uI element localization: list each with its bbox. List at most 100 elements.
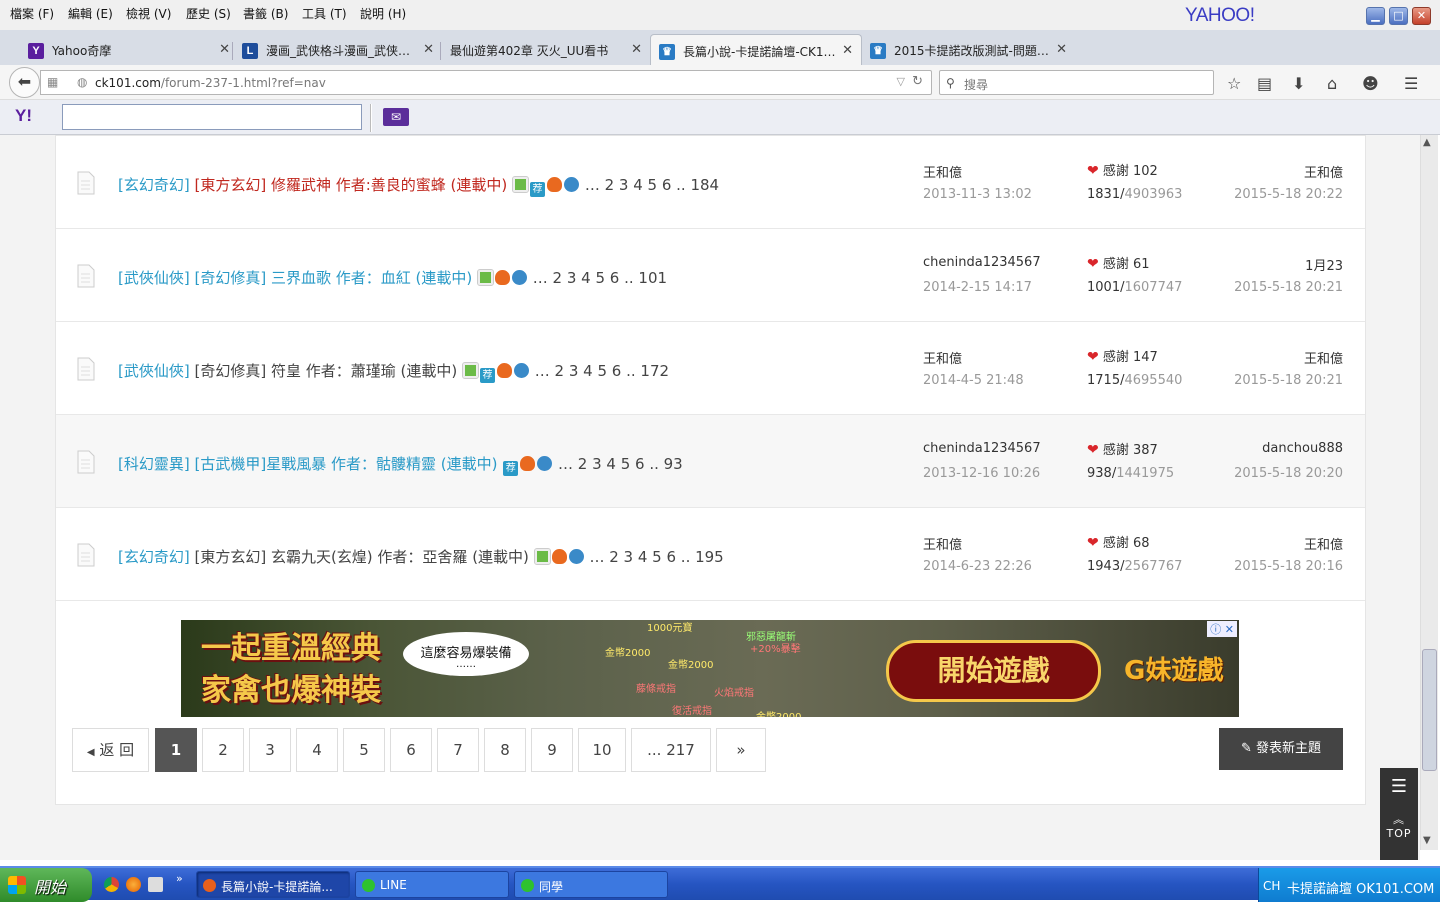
reload-icon[interactable]: ↻ <box>912 74 923 89</box>
thread-title[interactable]: [武俠仙俠] [奇幻修真] 符皇 作者：蕭瑾瑜 (連載中) 荐 … 2 3 4 … <box>118 360 669 383</box>
media-player-icon[interactable] <box>148 877 163 892</box>
close-tab-icon[interactable]: ✕ <box>631 42 642 57</box>
thread-category-link[interactable]: [玄幻奇幻] <box>118 548 190 566</box>
menu-tools[interactable]: 工具 (T) <box>302 5 347 22</box>
task-group[interactable]: 同學 <box>514 871 668 898</box>
chrome-icon[interactable] <box>104 877 119 892</box>
bookmark-star-icon[interactable]: ☆ <box>1227 74 1241 93</box>
page-9-button[interactable]: 9 <box>531 728 573 772</box>
menu-view[interactable]: 檢視 (V) <box>126 5 171 22</box>
scrollbar-thumb[interactable] <box>1422 649 1437 771</box>
scrollbar[interactable]: ▲ ▼ <box>1420 135 1438 850</box>
page-10-button[interactable]: 10 <box>578 728 626 772</box>
last-reply-date[interactable]: 2015-5-18 20:22 <box>1234 187 1343 202</box>
tab-comic[interactable]: L 漫画_武侠格斗漫画_武侠… ✕ <box>234 34 434 65</box>
thread-author[interactable]: 王和億 <box>923 348 962 367</box>
mail-icon[interactable]: ✉ <box>383 108 409 126</box>
thread-page-links[interactable]: … 2 3 4 5 6 .. 184 <box>585 176 719 194</box>
thread-author[interactable]: 王和億 <box>923 162 962 181</box>
thread-title-link[interactable]: [東方玄幻] 玄霸九天(玄煌) 作者：亞舍羅 (連載中) <box>190 548 528 566</box>
ad-banner[interactable]: 一起重溫經典 家禽也爆神裝 這麼容易爆裝備 …… 1000元寶 金幣2000 金… <box>181 620 1239 717</box>
last-reply-date[interactable]: 2015-5-18 20:21 <box>1234 280 1343 295</box>
page-4-button[interactable]: 4 <box>296 728 338 772</box>
last-reply-date[interactable]: 2015-5-18 20:16 <box>1234 559 1343 574</box>
thread-title-link[interactable]: [東方玄幻] 修羅武神 作者:善良的蜜蜂 (連載中) <box>190 176 507 194</box>
next-page-button[interactable]: » <box>716 728 766 772</box>
last-reply-user[interactable]: 王和億 <box>1304 534 1343 553</box>
menu-bookmarks[interactable]: 書籤 (B) <box>243 5 288 22</box>
scroll-up-icon[interactable]: ▲ <box>1423 137 1431 148</box>
language-indicator[interactable]: CH <box>1263 879 1280 893</box>
search-box[interactable]: ⚲ 搜尋 <box>939 70 1214 95</box>
hamburger-menu-icon[interactable]: ☰ <box>1404 74 1418 93</box>
close-tab-icon[interactable]: ✕ <box>1056 42 1067 57</box>
page-8-button[interactable]: 8 <box>484 728 526 772</box>
back-button[interactable]: ⬅ <box>9 67 40 98</box>
thread-title[interactable]: [玄幻奇幻] [東方玄幻] 玄霸九天(玄煌) 作者：亞舍羅 (連載中) … 2 … <box>118 546 724 567</box>
tab-ck101-active[interactable]: ♛ 長篇小說-卡提諾論壇-CK1… ✕ <box>650 34 862 65</box>
url-text[interactable]: ck101.com/forum-237-1.html?ref=nav <box>95 76 326 90</box>
last-reply-date[interactable]: 2015-5-18 20:20 <box>1234 466 1343 481</box>
thread-category-link[interactable]: [玄幻奇幻] <box>118 176 190 194</box>
tab-yahoo[interactable]: Y Yahoo奇摩 ✕ <box>20 34 230 65</box>
new-post-button[interactable]: ✎ 發表新主題 <box>1219 728 1343 770</box>
page-7-button[interactable]: 7 <box>437 728 479 772</box>
task-line[interactable]: LINE <box>355 871 509 898</box>
thread-title-link[interactable]: [奇幻修真] 三界血歌 作者：血紅 (連載中) <box>190 269 472 287</box>
thread-title-link[interactable]: [奇幻修真] 符皇 作者：蕭瑾瑜 (連載中) <box>190 362 457 380</box>
back-to-top-button[interactable]: ︽ TOP <box>1380 811 1418 840</box>
thread-title[interactable]: [玄幻奇幻] [東方玄幻] 修羅武神 作者:善良的蜜蜂 (連載中) 荐 … 2 … <box>118 174 719 197</box>
last-reply-user[interactable]: 王和億 <box>1304 348 1343 367</box>
thread-title-link[interactable]: [古武機甲]星戰風暴 作者：骷髏精靈 (連載中) <box>190 455 497 473</box>
task-firefox[interactable]: 長篇小說-卡提諾論... <box>196 871 350 898</box>
reading-list-icon[interactable]: ▤ <box>1257 74 1272 93</box>
yahoo-logo-icon[interactable]: Y! <box>15 106 32 126</box>
url-bar[interactable]: ▦ ◍ ck101.com/forum-237-1.html?ref=nav ▽… <box>40 70 932 95</box>
thread-page-links[interactable]: … 2 3 4 5 6 .. 195 <box>589 548 723 566</box>
thread-author[interactable]: cheninda1234567 <box>923 441 1041 456</box>
thread-page-links[interactable]: … 2 3 4 5 6 .. 172 <box>535 362 669 380</box>
dropdown-icon[interactable]: ▽ <box>897 75 905 88</box>
last-reply-user[interactable]: 1月23 <box>1305 255 1343 274</box>
ad-start-game-button[interactable]: 開始遊戲 <box>886 640 1101 702</box>
tab-novel[interactable]: 最仙遊第402章 灭火_UU看书 ✕ <box>442 34 642 65</box>
thread-category-link[interactable]: [科幻靈異] <box>118 455 190 473</box>
thread-page-links[interactable]: … 2 3 4 5 6 .. 101 <box>533 269 667 287</box>
home-icon[interactable]: ⌂ <box>1327 74 1337 93</box>
thread-page-links[interactable]: … 2 3 4 5 6 .. 93 <box>558 455 683 473</box>
last-reply-user[interactable]: danchou888 <box>1262 441 1343 456</box>
back-page-button[interactable]: ◀ 返 回 <box>72 728 149 772</box>
start-button[interactable]: 開始 <box>0 868 92 902</box>
ad-close-icon[interactable]: ⓘ ✕ <box>1207 621 1237 637</box>
thread-category-link[interactable]: [武俠仙俠] <box>118 362 190 380</box>
menu-file[interactable]: 檔案 (F) <box>10 5 54 22</box>
expand-icon[interactable]: » <box>176 872 183 885</box>
menu-history[interactable]: 歷史 (S) <box>186 5 231 22</box>
download-icon[interactable]: ⬇ <box>1292 74 1305 93</box>
page-5-button[interactable]: 5 <box>343 728 385 772</box>
close-window-button[interactable]: ✕ <box>1412 7 1431 25</box>
firefox-icon[interactable] <box>126 877 141 892</box>
list-icon[interactable]: ☰ <box>1380 776 1418 797</box>
menu-help[interactable]: 說明 (H) <box>360 5 406 22</box>
last-reply-date[interactable]: 2015-5-18 20:21 <box>1234 373 1343 388</box>
thread-category-link[interactable]: [武俠仙俠] <box>118 269 190 287</box>
yahoo-search-input[interactable] <box>62 104 362 130</box>
close-tab-icon[interactable]: ✕ <box>219 42 230 57</box>
scroll-down-icon[interactable]: ▼ <box>1423 835 1431 846</box>
menu-edit[interactable]: 編輯 (E) <box>68 5 113 22</box>
thread-author[interactable]: 王和億 <box>923 534 962 553</box>
page-1-button[interactable]: 1 <box>155 728 197 772</box>
page-2-button[interactable]: 2 <box>202 728 244 772</box>
chat-icon[interactable]: ☻ <box>1362 74 1379 93</box>
close-tab-icon[interactable]: ✕ <box>842 43 853 58</box>
tab-ck101-test[interactable]: ♛ 2015卡提諾改版測試-問題… ✕ <box>862 34 1067 65</box>
page-11-button[interactable]: ... 217 <box>631 728 711 772</box>
minimize-button[interactable]: ▁ <box>1366 7 1385 25</box>
close-tab-icon[interactable]: ✕ <box>423 42 434 57</box>
page-menu-icon[interactable]: ▦ <box>47 75 58 89</box>
last-reply-user[interactable]: 王和億 <box>1304 162 1343 181</box>
page-3-button[interactable]: 3 <box>249 728 291 772</box>
maximize-button[interactable]: □ <box>1389 7 1408 25</box>
thread-title[interactable]: [科幻靈異] [古武機甲]星戰風暴 作者：骷髏精靈 (連載中) 荐 … 2 3 … <box>118 453 683 476</box>
